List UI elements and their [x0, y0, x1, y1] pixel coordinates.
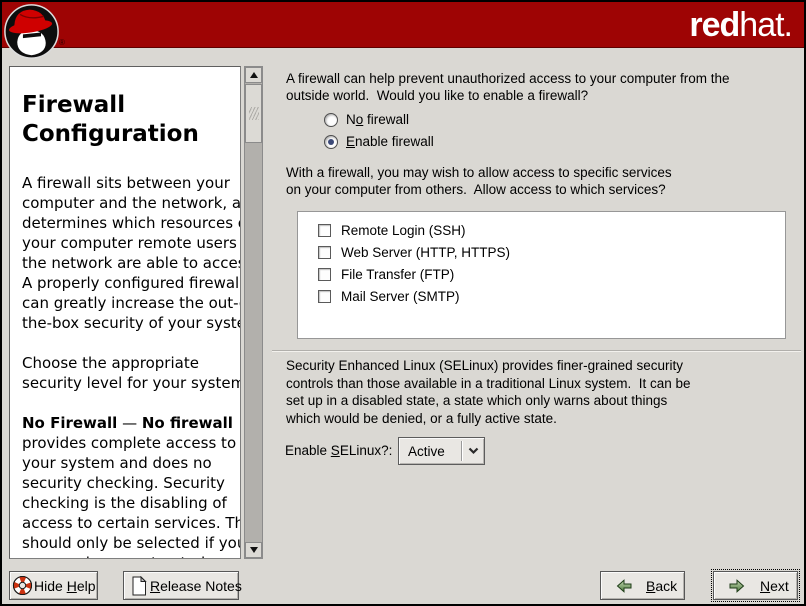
- next-button[interactable]: Next: [713, 571, 798, 600]
- radio-icon[interactable]: [324, 113, 338, 127]
- help-text-line: determines which resources on: [22, 213, 232, 233]
- release-notes-button[interactable]: Release Notes: [123, 571, 239, 600]
- help-text-line: are running on a trusted: [22, 553, 232, 559]
- selinux-label: Enable SELinux?:: [285, 443, 392, 458]
- hide-help-label: Hide Help: [34, 578, 96, 594]
- firewall-intro-text: A firewall can help prevent unauthorized…: [286, 70, 729, 104]
- header-banner: redhat.: [2, 2, 804, 48]
- section-separator: [272, 350, 801, 352]
- service-row-ftp[interactable]: File Transfer (FTP): [298, 263, 785, 285]
- scroll-up-button[interactable]: [245, 67, 262, 83]
- radio-selected-icon[interactable]: [324, 135, 338, 149]
- help-text-line: A properly configured firewall: [22, 273, 232, 293]
- service-row-web[interactable]: Web Server (HTTP, HTTPS): [298, 241, 785, 263]
- back-label: Back: [646, 578, 677, 594]
- back-button[interactable]: Back: [600, 571, 685, 600]
- help-text-line: security checking. Security: [22, 473, 232, 493]
- radio-enable-firewall-label: Enable firewall: [346, 134, 434, 149]
- selinux-dropdown-value: Active: [399, 444, 461, 459]
- wordmark-period: .: [784, 6, 792, 44]
- triangle-up-icon: [250, 72, 258, 78]
- service-row-smtp[interactable]: Mail Server (SMTP): [298, 285, 785, 307]
- help-text-line: A firewall sits between your: [22, 173, 232, 193]
- help-text-line: provides complete access to: [22, 433, 232, 453]
- redhat-wordmark: redhat.: [689, 5, 792, 45]
- life-buoy-icon: [12, 575, 33, 596]
- hide-help-button[interactable]: Hide Help: [9, 571, 98, 600]
- redhat-shadowman-logo-icon: [3, 3, 60, 60]
- chevron-down-icon: [462, 447, 484, 455]
- help-text-line: the-box security of your system.: [22, 313, 232, 333]
- arrow-right-icon: [728, 578, 746, 594]
- service-label: File Transfer (FTP): [341, 267, 454, 282]
- checkbox-icon[interactable]: [318, 268, 331, 281]
- selinux-description: Security Enhanced Linux (SELinux) provid…: [286, 357, 690, 427]
- help-text-line: the network are able to access.: [22, 253, 232, 273]
- scrollbar-thumb[interactable]: [245, 84, 262, 143]
- radio-no-firewall[interactable]: No firewall: [324, 112, 409, 127]
- help-title: Firewall Configuration: [22, 91, 232, 149]
- help-text-line: security level for your system.: [22, 373, 232, 393]
- document-icon: [131, 576, 147, 596]
- help-scrollbar[interactable]: [244, 66, 263, 559]
- release-notes-label: Release Notes: [150, 578, 242, 594]
- radio-enable-firewall[interactable]: Enable firewall: [324, 134, 434, 149]
- arrow-left-icon: [615, 578, 633, 594]
- help-text-line: can greatly increase the out-of-: [22, 293, 232, 313]
- selinux-dropdown[interactable]: Active: [398, 437, 485, 465]
- help-text-line: Choose the appropriate: [22, 353, 232, 373]
- wordmark-red: red: [689, 6, 739, 44]
- services-intro-text: With a firewall, you may wish to allow a…: [286, 164, 672, 198]
- next-label: Next: [760, 578, 789, 594]
- radio-no-firewall-label: No firewall: [346, 112, 409, 127]
- checkbox-icon[interactable]: [318, 246, 331, 259]
- wordmark-hat: hat: [739, 6, 783, 44]
- help-text-line: your system and does no: [22, 453, 232, 473]
- help-text-line: access to certain services. This: [22, 513, 232, 533]
- service-label: Remote Login (SSH): [341, 223, 466, 238]
- service-label: Mail Server (SMTP): [341, 289, 460, 304]
- scroll-down-button[interactable]: [245, 542, 262, 558]
- checkbox-icon[interactable]: [318, 224, 331, 237]
- help-text-line: should only be selected if you: [22, 533, 232, 553]
- registered-mark: ®: [59, 38, 65, 47]
- help-text-line: No Firewall — No firewall: [22, 413, 232, 433]
- help-text-line: checking is the disabling of: [22, 493, 232, 513]
- installer-window: redhat. ® Firewall Configuration A firew…: [0, 0, 806, 606]
- help-text-line: computer and the network, and: [22, 193, 232, 213]
- help-text-line: your computer remote users on: [22, 233, 232, 253]
- services-list: Remote Login (SSH) Web Server (HTTP, HTT…: [297, 211, 786, 339]
- triangle-down-icon: [250, 547, 258, 553]
- service-label: Web Server (HTTP, HTTPS): [341, 245, 510, 260]
- help-panel: Firewall Configuration A firewall sits b…: [9, 66, 241, 559]
- service-row-ssh[interactable]: Remote Login (SSH): [298, 219, 785, 241]
- checkbox-icon[interactable]: [318, 290, 331, 303]
